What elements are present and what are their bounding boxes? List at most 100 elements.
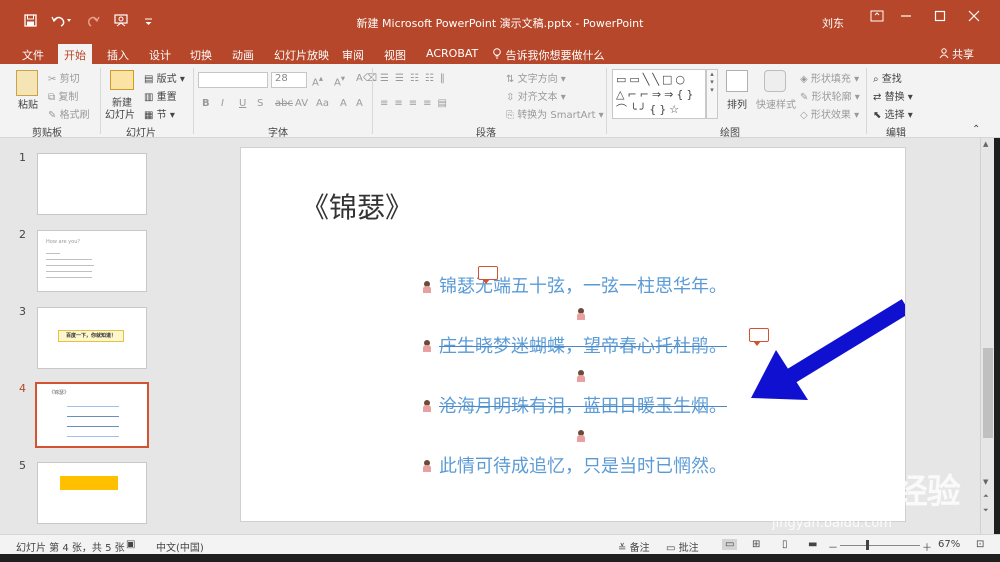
shape-fill-button[interactable]: ◈ 形状填充 ▾: [800, 70, 859, 85]
paste-icon[interactable]: [16, 70, 38, 96]
font-name-box[interactable]: [198, 72, 268, 88]
thumb-text-line: [46, 271, 92, 272]
arrange-label[interactable]: 排列: [727, 96, 747, 111]
scroll-up-icon[interactable]: ▲: [983, 140, 988, 148]
tab-review[interactable]: 审阅: [336, 44, 370, 64]
poem-line-2[interactable]: 庄生晓梦迷蝴蝶，望帝春心托杜鹃。: [439, 332, 727, 358]
shapes-scroll[interactable]: ▴ ▾ ▾: [706, 69, 718, 119]
next-slide-icon[interactable]: ⏷: [983, 506, 989, 515]
smartart-button[interactable]: ⎘ 转换为 SmartArt ▾: [506, 106, 604, 121]
select-button[interactable]: ⬉ 选择 ▾: [873, 106, 913, 121]
tab-design[interactable]: 设计: [143, 44, 177, 64]
quick-styles-label[interactable]: 快速样式: [756, 96, 796, 111]
arrange-icon[interactable]: [726, 70, 748, 92]
previous-slide-icon[interactable]: ⏶: [983, 492, 989, 501]
tab-acrobat[interactable]: ACROBAT: [420, 44, 484, 64]
section-button[interactable]: ▦ 节 ▾: [144, 106, 175, 121]
align-text-button[interactable]: ⇳ 对齐文本 ▾: [506, 88, 566, 103]
thumbnail-slide-2[interactable]: How are you？: [37, 230, 147, 292]
tab-home[interactable]: 开始: [58, 44, 92, 64]
align-buttons[interactable]: ≡≡≡≡▤: [380, 98, 453, 109]
list-buttons[interactable]: ☰☰☷☷‖: [380, 73, 451, 84]
tab-transitions[interactable]: 切换: [184, 44, 218, 64]
font-size-box[interactable]: 28: [271, 72, 307, 88]
text-direction-button[interactable]: ⇅ 文字方向 ▾: [506, 70, 566, 85]
author-marker-icon[interactable]: [577, 370, 585, 382]
shapes-row-1: ▭▭╲╲□○: [616, 73, 689, 86]
text-direction-label: 文字方向: [517, 74, 558, 85]
grow-font-icon[interactable]: A▴: [312, 73, 323, 88]
clear-format-icon[interactable]: A⌫: [356, 73, 377, 84]
maximize-icon[interactable]: [934, 10, 946, 26]
underline-button[interactable]: U: [239, 98, 246, 109]
layout-button[interactable]: ▤ 版式 ▾: [144, 70, 185, 85]
scroll-down-icon[interactable]: ▼: [983, 478, 988, 486]
baidu-logo: Bai du 经验: [768, 472, 961, 512]
shapes-gallery[interactable]: ▭▭╲╲□○ △⌐⌐⇒⇒{} ⌒╰╯{}☆: [612, 69, 706, 119]
tab-slideshow[interactable]: 幻灯片放映: [268, 44, 335, 64]
tab-view[interactable]: 视图: [378, 44, 412, 64]
author-marker-icon[interactable]: [577, 308, 585, 320]
new-slide-icon[interactable]: [110, 70, 134, 90]
poem-line-3[interactable]: 沧海月明珠有泪，蓝田日暖玉生烟。: [439, 392, 727, 418]
thumbnail-slide-3[interactable]: 百度一下，你就知道！: [37, 307, 147, 369]
thumbnail-slide-5[interactable]: [37, 462, 147, 524]
tab-animations[interactable]: 动画: [226, 44, 260, 64]
comment-icon[interactable]: [478, 266, 498, 284]
notes-icon: ≚: [618, 543, 627, 554]
ribbon-display-icon[interactable]: [870, 10, 884, 26]
tell-me-box[interactable]: 告诉我你想要做什么: [486, 44, 611, 64]
comments-button[interactable]: ▭ 批注: [666, 539, 699, 554]
close-icon[interactable]: [968, 10, 980, 26]
author-marker-icon[interactable]: [423, 340, 431, 352]
shape-effects-button[interactable]: ◇ 形状效果 ▾: [800, 106, 859, 121]
blue-arrow-icon: [751, 299, 905, 400]
paste-label[interactable]: 粘贴: [18, 96, 38, 111]
format-painter-label: 格式刷: [59, 110, 90, 121]
fit-slide-icon[interactable]: ⊡: [976, 539, 984, 550]
shape-outline-button[interactable]: ✎ 形状轮廓 ▾: [800, 88, 860, 103]
language-indicator[interactable]: 中文(中国): [156, 539, 204, 554]
notes-button[interactable]: ≚ 备注: [618, 539, 650, 554]
author-marker-icon[interactable]: [577, 430, 585, 442]
new-slide-label-2[interactable]: 幻灯片: [105, 106, 135, 121]
copy-button[interactable]: ⧉ 复制: [48, 88, 78, 103]
share-button[interactable]: 共享: [939, 46, 974, 62]
quick-styles-icon[interactable]: [764, 70, 786, 92]
author-marker-icon[interactable]: [423, 281, 431, 293]
find-button[interactable]: ⌕ 查找: [873, 70, 902, 85]
replace-button[interactable]: ⇄ 替换 ▾: [873, 88, 913, 103]
shadow-button[interactable]: S: [257, 98, 263, 109]
slide-sorter-icon[interactable]: ⊞: [752, 539, 760, 550]
thumbnail-slide-1[interactable]: [37, 153, 147, 215]
collapse-ribbon-icon[interactable]: ⌃: [972, 124, 980, 135]
italic-button[interactable]: I: [221, 98, 224, 109]
shrink-font-icon[interactable]: A▾: [334, 73, 345, 88]
bold-button[interactable]: B: [202, 98, 210, 109]
normal-view-icon[interactable]: ▭: [722, 539, 738, 550]
change-case-button[interactable]: Aa: [316, 98, 329, 109]
scrollbar-thumb[interactable]: [983, 348, 993, 438]
tab-file[interactable]: 文件: [16, 44, 50, 64]
slide-title[interactable]: 《锦瑟》: [301, 186, 413, 226]
strikethrough-button[interactable]: abc: [275, 98, 293, 109]
user-name[interactable]: 刘东: [822, 15, 844, 31]
author-marker-icon[interactable]: [423, 460, 431, 472]
cut-button[interactable]: ✂ 剪切: [48, 70, 80, 85]
vertical-scrollbar[interactable]: ▲ ▼ ⏶ ⏷: [980, 138, 994, 534]
thumb-text-line: [46, 259, 92, 260]
zoom-slider-track[interactable]: [840, 545, 920, 546]
tab-insert[interactable]: 插入: [101, 44, 135, 64]
minimize-icon[interactable]: [900, 10, 912, 26]
group-divider: [606, 68, 607, 134]
spellcheck-icon[interactable]: ▣: [126, 539, 135, 550]
highlight-button[interactable]: A: [356, 98, 363, 109]
format-painter-button[interactable]: ✎ 格式刷: [48, 106, 90, 121]
spacing-button[interactable]: AV: [295, 98, 308, 109]
reset-button[interactable]: ▥ 重置: [144, 88, 177, 103]
author-marker-icon[interactable]: [423, 400, 431, 412]
reset-icon: ▥: [144, 92, 154, 103]
font-color-button[interactable]: A: [340, 98, 347, 109]
poem-line-4[interactable]: 此情可待成追忆，只是当时已惘然。: [439, 452, 727, 478]
thumbnail-slide-4[interactable]: 《锦瑟》: [35, 382, 149, 448]
